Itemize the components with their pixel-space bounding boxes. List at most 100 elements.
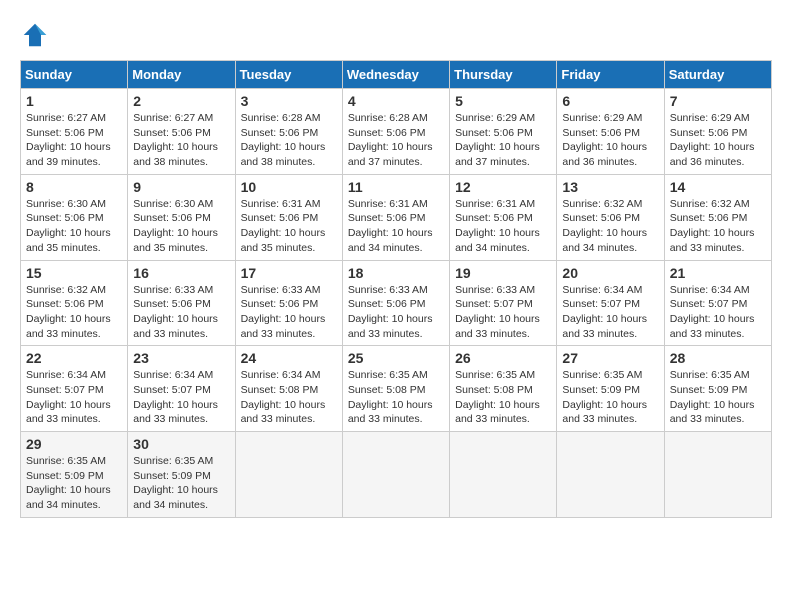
day-info: Sunrise: 6:35 AMSunset: 5:08 PMDaylight:… bbox=[455, 368, 551, 427]
day-number: 7 bbox=[670, 93, 766, 109]
day-info: Sunrise: 6:33 AMSunset: 5:06 PMDaylight:… bbox=[348, 283, 444, 342]
day-number: 1 bbox=[26, 93, 122, 109]
day-number: 15 bbox=[26, 265, 122, 281]
day-number: 12 bbox=[455, 179, 551, 195]
day-info: Sunrise: 6:29 AMSunset: 5:06 PMDaylight:… bbox=[455, 111, 551, 170]
table-row: 3 Sunrise: 6:28 AMSunset: 5:06 PMDayligh… bbox=[235, 89, 342, 175]
table-row: 9 Sunrise: 6:30 AMSunset: 5:06 PMDayligh… bbox=[128, 174, 235, 260]
day-info: Sunrise: 6:34 AMSunset: 5:08 PMDaylight:… bbox=[241, 368, 337, 427]
day-number: 26 bbox=[455, 350, 551, 366]
day-info: Sunrise: 6:35 AMSunset: 5:09 PMDaylight:… bbox=[670, 368, 766, 427]
day-number: 9 bbox=[133, 179, 229, 195]
table-row: 27 Sunrise: 6:35 AMSunset: 5:09 PMDaylig… bbox=[557, 346, 664, 432]
table-row: 7 Sunrise: 6:29 AMSunset: 5:06 PMDayligh… bbox=[664, 89, 771, 175]
table-row: 16 Sunrise: 6:33 AMSunset: 5:06 PMDaylig… bbox=[128, 260, 235, 346]
day-info: Sunrise: 6:35 AMSunset: 5:08 PMDaylight:… bbox=[348, 368, 444, 427]
day-info: Sunrise: 6:27 AMSunset: 5:06 PMDaylight:… bbox=[26, 111, 122, 170]
day-info: Sunrise: 6:34 AMSunset: 5:07 PMDaylight:… bbox=[133, 368, 229, 427]
table-row: 21 Sunrise: 6:34 AMSunset: 5:07 PMDaylig… bbox=[664, 260, 771, 346]
table-row: 25 Sunrise: 6:35 AMSunset: 5:08 PMDaylig… bbox=[342, 346, 449, 432]
day-number: 8 bbox=[26, 179, 122, 195]
table-row: 1 Sunrise: 6:27 AMSunset: 5:06 PMDayligh… bbox=[21, 89, 128, 175]
table-row: 6 Sunrise: 6:29 AMSunset: 5:06 PMDayligh… bbox=[557, 89, 664, 175]
table-row: 10 Sunrise: 6:31 AMSunset: 5:06 PMDaylig… bbox=[235, 174, 342, 260]
day-info: Sunrise: 6:35 AMSunset: 5:09 PMDaylight:… bbox=[562, 368, 658, 427]
table-row bbox=[450, 432, 557, 518]
table-row: 14 Sunrise: 6:32 AMSunset: 5:06 PMDaylig… bbox=[664, 174, 771, 260]
table-row: 18 Sunrise: 6:33 AMSunset: 5:06 PMDaylig… bbox=[342, 260, 449, 346]
day-info: Sunrise: 6:27 AMSunset: 5:06 PMDaylight:… bbox=[133, 111, 229, 170]
day-info: Sunrise: 6:35 AMSunset: 5:09 PMDaylight:… bbox=[133, 454, 229, 513]
table-row bbox=[557, 432, 664, 518]
day-number: 13 bbox=[562, 179, 658, 195]
column-header-sunday: Sunday bbox=[21, 61, 128, 89]
day-number: 22 bbox=[26, 350, 122, 366]
table-row: 13 Sunrise: 6:32 AMSunset: 5:06 PMDaylig… bbox=[557, 174, 664, 260]
table-row: 23 Sunrise: 6:34 AMSunset: 5:07 PMDaylig… bbox=[128, 346, 235, 432]
table-row: 12 Sunrise: 6:31 AMSunset: 5:06 PMDaylig… bbox=[450, 174, 557, 260]
table-row: 29 Sunrise: 6:35 AMSunset: 5:09 PMDaylig… bbox=[21, 432, 128, 518]
day-info: Sunrise: 6:31 AMSunset: 5:06 PMDaylight:… bbox=[241, 197, 337, 256]
day-number: 25 bbox=[348, 350, 444, 366]
day-info: Sunrise: 6:30 AMSunset: 5:06 PMDaylight:… bbox=[26, 197, 122, 256]
day-info: Sunrise: 6:29 AMSunset: 5:06 PMDaylight:… bbox=[562, 111, 658, 170]
day-info: Sunrise: 6:33 AMSunset: 5:06 PMDaylight:… bbox=[133, 283, 229, 342]
column-header-monday: Monday bbox=[128, 61, 235, 89]
logo bbox=[20, 20, 54, 50]
table-row: 28 Sunrise: 6:35 AMSunset: 5:09 PMDaylig… bbox=[664, 346, 771, 432]
day-info: Sunrise: 6:31 AMSunset: 5:06 PMDaylight:… bbox=[455, 197, 551, 256]
day-info: Sunrise: 6:32 AMSunset: 5:06 PMDaylight:… bbox=[670, 197, 766, 256]
calendar: SundayMondayTuesdayWednesdayThursdayFrid… bbox=[20, 60, 772, 518]
column-header-friday: Friday bbox=[557, 61, 664, 89]
table-row bbox=[664, 432, 771, 518]
column-header-thursday: Thursday bbox=[450, 61, 557, 89]
day-info: Sunrise: 6:34 AMSunset: 5:07 PMDaylight:… bbox=[562, 283, 658, 342]
table-row: 15 Sunrise: 6:32 AMSunset: 5:06 PMDaylig… bbox=[21, 260, 128, 346]
day-number: 30 bbox=[133, 436, 229, 452]
day-number: 19 bbox=[455, 265, 551, 281]
day-number: 6 bbox=[562, 93, 658, 109]
day-number: 16 bbox=[133, 265, 229, 281]
table-row bbox=[235, 432, 342, 518]
day-number: 28 bbox=[670, 350, 766, 366]
table-row: 20 Sunrise: 6:34 AMSunset: 5:07 PMDaylig… bbox=[557, 260, 664, 346]
column-header-saturday: Saturday bbox=[664, 61, 771, 89]
day-number: 17 bbox=[241, 265, 337, 281]
day-info: Sunrise: 6:32 AMSunset: 5:06 PMDaylight:… bbox=[562, 197, 658, 256]
table-row: 8 Sunrise: 6:30 AMSunset: 5:06 PMDayligh… bbox=[21, 174, 128, 260]
day-info: Sunrise: 6:33 AMSunset: 5:06 PMDaylight:… bbox=[241, 283, 337, 342]
day-number: 5 bbox=[455, 93, 551, 109]
day-number: 10 bbox=[241, 179, 337, 195]
day-info: Sunrise: 6:28 AMSunset: 5:06 PMDaylight:… bbox=[348, 111, 444, 170]
table-row: 2 Sunrise: 6:27 AMSunset: 5:06 PMDayligh… bbox=[128, 89, 235, 175]
day-number: 11 bbox=[348, 179, 444, 195]
day-info: Sunrise: 6:33 AMSunset: 5:07 PMDaylight:… bbox=[455, 283, 551, 342]
day-number: 20 bbox=[562, 265, 658, 281]
day-number: 29 bbox=[26, 436, 122, 452]
day-number: 21 bbox=[670, 265, 766, 281]
day-number: 14 bbox=[670, 179, 766, 195]
table-row: 5 Sunrise: 6:29 AMSunset: 5:06 PMDayligh… bbox=[450, 89, 557, 175]
table-row: 17 Sunrise: 6:33 AMSunset: 5:06 PMDaylig… bbox=[235, 260, 342, 346]
table-row: 24 Sunrise: 6:34 AMSunset: 5:08 PMDaylig… bbox=[235, 346, 342, 432]
day-info: Sunrise: 6:28 AMSunset: 5:06 PMDaylight:… bbox=[241, 111, 337, 170]
day-info: Sunrise: 6:32 AMSunset: 5:06 PMDaylight:… bbox=[26, 283, 122, 342]
day-number: 27 bbox=[562, 350, 658, 366]
table-row: 11 Sunrise: 6:31 AMSunset: 5:06 PMDaylig… bbox=[342, 174, 449, 260]
day-info: Sunrise: 6:35 AMSunset: 5:09 PMDaylight:… bbox=[26, 454, 122, 513]
table-row: 30 Sunrise: 6:35 AMSunset: 5:09 PMDaylig… bbox=[128, 432, 235, 518]
table-row: 19 Sunrise: 6:33 AMSunset: 5:07 PMDaylig… bbox=[450, 260, 557, 346]
table-row: 26 Sunrise: 6:35 AMSunset: 5:08 PMDaylig… bbox=[450, 346, 557, 432]
day-info: Sunrise: 6:31 AMSunset: 5:06 PMDaylight:… bbox=[348, 197, 444, 256]
day-info: Sunrise: 6:34 AMSunset: 5:07 PMDaylight:… bbox=[670, 283, 766, 342]
day-info: Sunrise: 6:30 AMSunset: 5:06 PMDaylight:… bbox=[133, 197, 229, 256]
logo-icon bbox=[20, 20, 50, 50]
day-number: 4 bbox=[348, 93, 444, 109]
table-row: 4 Sunrise: 6:28 AMSunset: 5:06 PMDayligh… bbox=[342, 89, 449, 175]
day-info: Sunrise: 6:29 AMSunset: 5:06 PMDaylight:… bbox=[670, 111, 766, 170]
day-number: 18 bbox=[348, 265, 444, 281]
day-number: 3 bbox=[241, 93, 337, 109]
day-number: 23 bbox=[133, 350, 229, 366]
table-row bbox=[342, 432, 449, 518]
table-row: 22 Sunrise: 6:34 AMSunset: 5:07 PMDaylig… bbox=[21, 346, 128, 432]
